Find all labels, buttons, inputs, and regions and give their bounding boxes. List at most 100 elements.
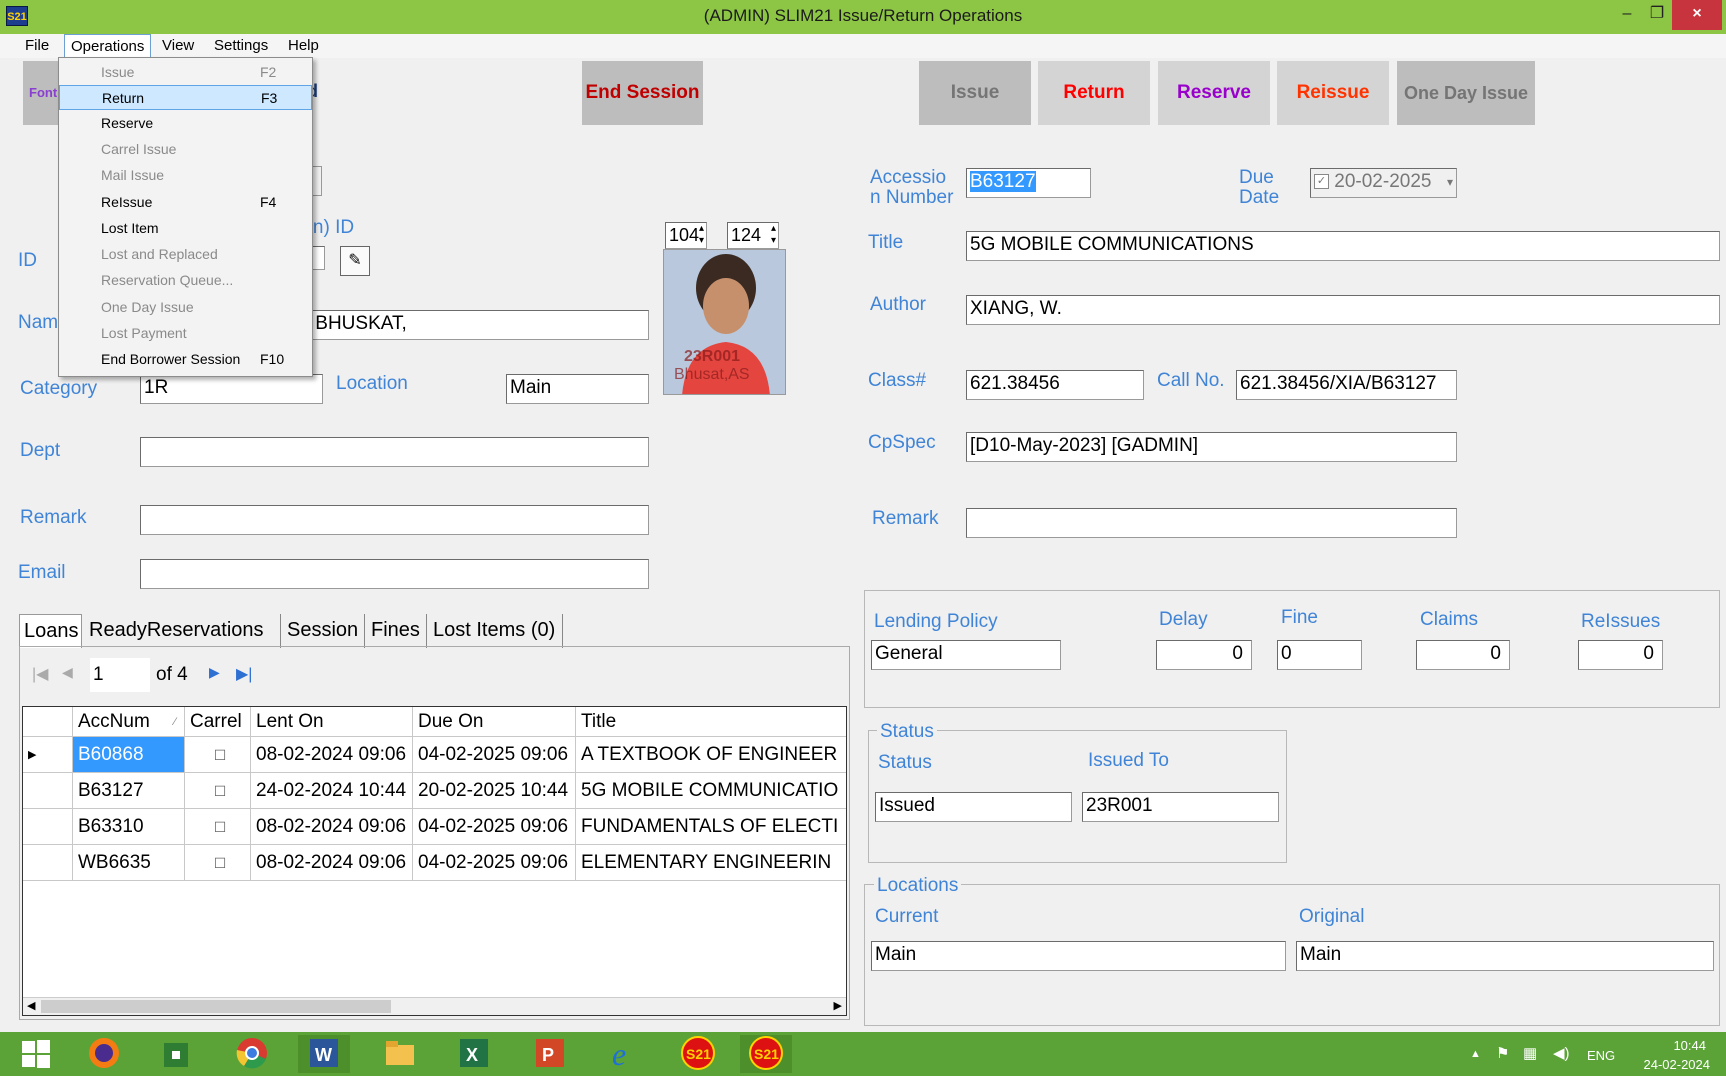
row-selector[interactable]: [23, 773, 73, 809]
carrel-checkbox[interactable]: ☐: [185, 809, 251, 845]
menu-operations[interactable]: Operations: [64, 34, 152, 58]
patron-lookup-icon[interactable]: ✎: [340, 246, 370, 276]
close-button[interactable]: ×: [1672, 0, 1722, 30]
last-page-icon[interactable]: ▶|: [236, 664, 252, 684]
column-header-due-on[interactable]: Due On: [413, 707, 576, 737]
end-session-button[interactable]: End Session: [582, 61, 703, 125]
menu-item-mail-issue[interactable]: Mail Issue: [59, 163, 312, 188]
table-cell-lent-on[interactable]: 24-02-2024 10:44: [251, 773, 413, 809]
table-cell-lent-on[interactable]: 08-02-2024 09:06: [251, 737, 413, 773]
network-icon[interactable]: ▦: [1523, 1044, 1537, 1062]
excel-icon[interactable]: X: [448, 1035, 500, 1073]
tab-fines[interactable]: Fines: [367, 614, 427, 648]
clock-date[interactable]: 24-02-2024: [1630, 1057, 1711, 1072]
title-field[interactable]: 5G MOBILE COMMUNICATIONS: [966, 231, 1720, 261]
menu-settings[interactable]: Settings: [208, 34, 274, 58]
column-header-title[interactable]: Title: [576, 707, 846, 737]
claims-field[interactable]: 0: [1416, 640, 1510, 670]
windows-start-icon[interactable]: [10, 1035, 62, 1073]
table-cell-due-on[interactable]: 20-02-2025 10:44: [413, 773, 576, 809]
scroll-left-icon[interactable]: ◀: [27, 999, 35, 1012]
due-date-checkbox[interactable]: ✓: [1314, 174, 1329, 190]
table-cell-lent-on[interactable]: 08-02-2024 09:06: [251, 845, 413, 881]
menu-item-reissue[interactable]: ReIssue F4: [59, 190, 312, 215]
tab-lost-items[interactable]: Lost Items (0): [429, 614, 563, 648]
row-selector[interactable]: [23, 809, 73, 845]
table-cell-title[interactable]: ELEMENTARY ENGINEERIN: [576, 845, 846, 881]
table-cell-title[interactable]: 5G MOBILE COMMUNICATIO: [576, 773, 846, 809]
next-page-icon[interactable]: ▶: [209, 664, 220, 681]
dept-field[interactable]: [140, 437, 649, 467]
table-cell-due-on[interactable]: 04-02-2025 09:06: [413, 845, 576, 881]
carrel-checkbox[interactable]: ☐: [185, 737, 251, 773]
slim21-icon[interactable]: S21: [672, 1035, 724, 1073]
menu-item-lost-payment[interactable]: Lost Payment: [59, 321, 312, 346]
status-field[interactable]: Issued: [875, 792, 1072, 822]
scroll-right-icon[interactable]: ▶: [834, 999, 842, 1012]
clock-time[interactable]: 10:44: [1650, 1038, 1706, 1053]
menu-item-one-day-issue[interactable]: One Day Issue: [59, 295, 312, 320]
class-field[interactable]: 621.38456: [966, 370, 1144, 400]
row-selector[interactable]: [23, 845, 73, 881]
page-number-input[interactable]: 1: [90, 658, 150, 692]
tab-session[interactable]: Session: [283, 614, 365, 648]
category-field[interactable]: 1R: [140, 374, 323, 404]
word-icon[interactable]: W: [298, 1035, 350, 1073]
carrel-checkbox[interactable]: ☐: [185, 845, 251, 881]
store-icon[interactable]: [150, 1035, 202, 1073]
table-cell-due-on[interactable]: 04-02-2025 09:06: [413, 809, 576, 845]
photo-height-stepper[interactable]: 124 ▴ ▾: [727, 222, 779, 249]
menu-file[interactable]: File: [19, 34, 55, 58]
menu-item-reservation-queue[interactable]: Reservation Queue...: [59, 268, 312, 293]
menu-item-reserve[interactable]: Reserve: [59, 111, 312, 136]
menu-item-lost-and-replaced[interactable]: Lost and Replaced: [59, 242, 312, 267]
slim21-icon-2[interactable]: S21: [740, 1035, 792, 1073]
return-button[interactable]: Return: [1038, 61, 1150, 125]
minimize-button[interactable]: –: [1612, 0, 1642, 30]
patron-remark-field[interactable]: [140, 505, 649, 535]
table-cell-accnum[interactable]: WB6635: [73, 845, 185, 881]
file-explorer-icon[interactable]: [374, 1035, 426, 1073]
table-cell-accnum[interactable]: B63127: [73, 773, 185, 809]
table-cell-due-on[interactable]: 04-02-2025 09:06: [413, 737, 576, 773]
author-field[interactable]: XIANG, W.: [966, 295, 1720, 325]
reserve-button[interactable]: Reserve: [1158, 61, 1270, 125]
first-page-icon[interactable]: |◀: [32, 664, 48, 684]
reissues-field[interactable]: 0: [1578, 640, 1663, 670]
row-selector-icon[interactable]: ▶: [23, 737, 73, 773]
menu-item-lost-item[interactable]: Lost Item: [59, 216, 312, 241]
table-cell-accnum[interactable]: B60868: [73, 737, 185, 773]
fine-field[interactable]: 0: [1277, 640, 1362, 670]
tab-ready-reservations[interactable]: ReadyReservations: [85, 614, 281, 648]
original-location-field[interactable]: Main: [1296, 941, 1714, 971]
horizontal-scrollbar[interactable]: ◀ ▶: [23, 997, 846, 1015]
powerpoint-icon[interactable]: P: [524, 1035, 576, 1073]
column-header-lent-on[interactable]: Lent On: [251, 707, 413, 737]
menu-item-end-borrower-session[interactable]: End Borrower Session F10: [59, 347, 312, 372]
lending-policy-field[interactable]: General: [871, 640, 1061, 670]
issued-to-field[interactable]: 23R001: [1082, 792, 1279, 822]
current-location-field[interactable]: Main: [871, 941, 1286, 971]
menu-help[interactable]: Help: [282, 34, 325, 58]
cpspec-field[interactable]: [D10-May-2023] [GADMIN]: [966, 432, 1457, 462]
language-indicator[interactable]: ENG: [1587, 1048, 1615, 1063]
email-field[interactable]: [140, 559, 649, 589]
tab-loans[interactable]: Loans: [19, 614, 82, 648]
tray-expand-icon[interactable]: ▲: [1470, 1048, 1481, 1060]
firefox-icon[interactable]: [78, 1035, 130, 1073]
column-header-carrel[interactable]: Carrel: [185, 707, 251, 737]
internet-explorer-icon[interactable]: e: [598, 1035, 650, 1073]
accession-field[interactable]: B63127: [966, 168, 1091, 198]
table-cell-title[interactable]: FUNDAMENTALS OF ELECTI: [576, 809, 846, 845]
column-header-accnum[interactable]: AccNum ∕: [73, 707, 185, 737]
delay-field[interactable]: 0: [1156, 640, 1252, 670]
prev-page-icon[interactable]: ◀: [62, 664, 73, 681]
location-field[interactable]: Main: [506, 374, 649, 404]
menu-view[interactable]: View: [156, 34, 200, 58]
callno-field[interactable]: 621.38456/XIA/B63127: [1236, 370, 1457, 400]
photo-width-stepper[interactable]: 104 ▴ ▾: [665, 222, 707, 249]
one-day-issue-button[interactable]: One Day Issue: [1397, 61, 1535, 125]
scrollbar-thumb[interactable]: [41, 1000, 391, 1013]
flag-icon[interactable]: ⚑: [1496, 1044, 1509, 1062]
restore-button[interactable]: ❐: [1642, 0, 1672, 30]
